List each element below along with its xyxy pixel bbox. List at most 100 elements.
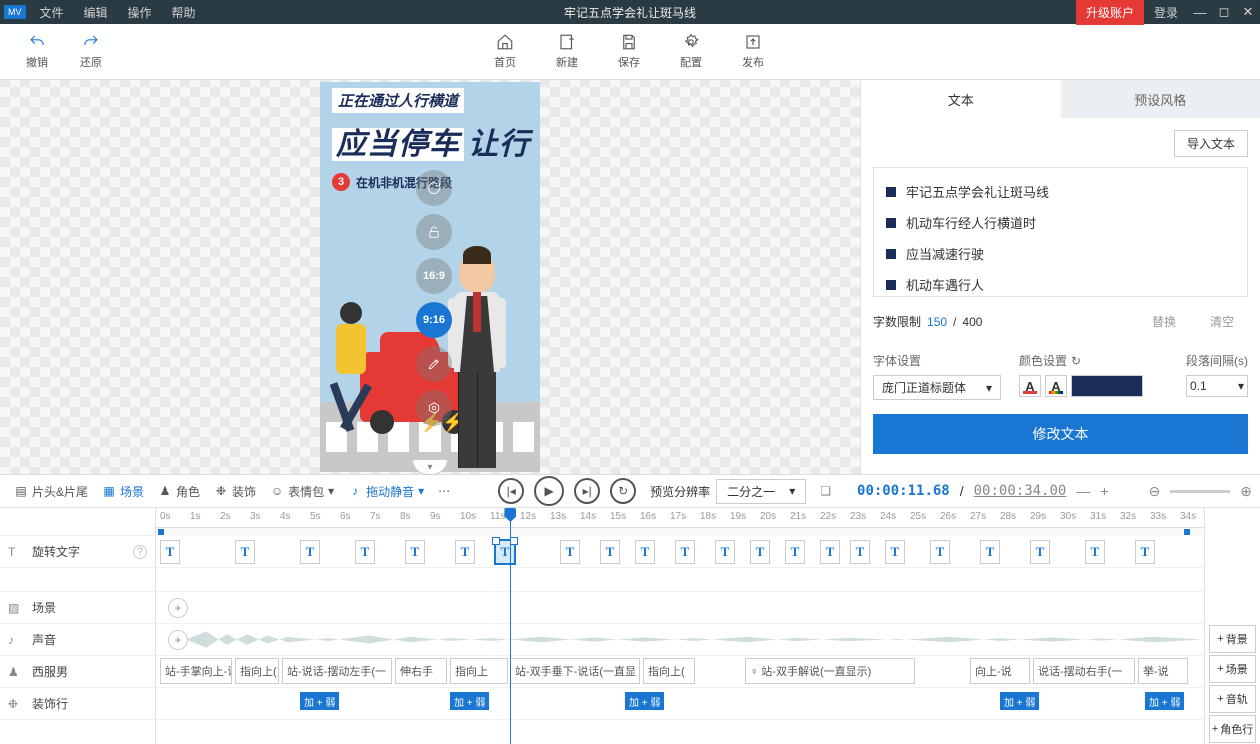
canvas-area[interactable]: 正在通过人行横道 应当停车让行 3 在机非机混行路段 ⚡⚡ (0, 80, 860, 474)
text-keyframe[interactable]: T (750, 540, 770, 564)
color-swatch[interactable] (1071, 375, 1143, 397)
text-keyframe[interactable]: T (885, 540, 905, 564)
text-color-button[interactable]: A (1019, 375, 1041, 397)
character-clip[interactable]: 站-手掌向上-说话(一直显 (160, 658, 232, 684)
text-keyframe[interactable]: T (675, 540, 695, 564)
mode-drag-mute[interactable]: ♪拖动静音 ▾ (342, 483, 430, 500)
text-keyframe[interactable]: T (785, 540, 805, 564)
timeline-ruler[interactable]: 0s1s2s3s4s5s6s7s8s9s10s11s12s13s14s15s16… (156, 508, 1204, 528)
text-keyframe[interactable]: T (495, 540, 515, 564)
decor-clip[interactable]: 加 + 弱 (625, 692, 664, 710)
text-keyframe[interactable]: T (820, 540, 840, 564)
text-keyframe[interactable]: T (405, 540, 425, 564)
track-label-scene[interactable]: ▨场景 (0, 592, 155, 624)
text-item[interactable]: 机动车遇行人 (882, 269, 1239, 297)
character-clip[interactable]: 站-说话-摆动左手(一 (282, 658, 392, 684)
text-keyframe[interactable]: T (600, 540, 620, 564)
text-keyframe[interactable]: T (455, 540, 475, 564)
menu-edit[interactable]: 编辑 (74, 4, 118, 21)
mode-intro-outro[interactable]: ▤片头&片尾 (8, 483, 94, 500)
text-keyframe[interactable]: T (300, 540, 320, 564)
character-clip[interactable]: 指向上 (450, 658, 508, 684)
track-label-character[interactable]: ♟西服男 (0, 656, 155, 688)
text-keyframe[interactable]: T (1085, 540, 1105, 564)
zoom-in-button[interactable]: ⊕ (1240, 483, 1252, 500)
maximize-button[interactable]: ◻ (1212, 4, 1236, 20)
text-keyframe[interactable]: T (715, 540, 735, 564)
mode-decor[interactable]: ❉装饰 (208, 483, 262, 500)
text-item[interactable]: 机动车行经人行横道时 (882, 207, 1239, 238)
text-keyframe[interactable]: T (1135, 540, 1155, 564)
next-button[interactable]: ▸| (574, 478, 600, 504)
character-clip[interactable]: 伸右手 (395, 658, 447, 684)
ratio-16-9[interactable]: 16:9 (416, 258, 452, 294)
character-clip[interactable]: 站-双手垂下-说话(一直显 (510, 658, 640, 684)
text-keyframe[interactable]: T (235, 540, 255, 564)
replace-link[interactable]: 替换 (1138, 311, 1190, 332)
add-scene-button[interactable]: + (168, 598, 188, 618)
timeline-range[interactable] (156, 528, 1204, 536)
more-button[interactable]: ⋯ (432, 484, 456, 498)
scene-track[interactable]: + (156, 592, 1204, 624)
decor-clip[interactable]: 加 + 弱 (1000, 692, 1039, 710)
playhead[interactable] (510, 508, 511, 744)
edit-tool[interactable] (416, 346, 452, 382)
add-character-row-button[interactable]: + 角色行 (1209, 715, 1256, 743)
text-track[interactable]: 🔈 TTTTTTTTTTTTTTTTTTTTTT (156, 536, 1204, 568)
publish-button[interactable]: 发布 (726, 33, 780, 70)
track-label-decor[interactable]: ❉装饰行 (0, 688, 155, 720)
font-select[interactable]: 庞门正道标题体▾ (873, 375, 1001, 400)
text-outline-button[interactable]: A (1045, 375, 1067, 397)
character-track[interactable]: 站-手掌向上-说话(一直显指向上(站-说话-摆动左手(一伸右手指向上站-双手垂下… (156, 656, 1204, 688)
mode-scene[interactable]: ▦场景 (96, 483, 150, 500)
menu-action[interactable]: 操作 (118, 4, 162, 21)
add-audio-track-button[interactable]: + 音轨 (1209, 685, 1256, 713)
total-time[interactable]: 00:00:34.00 (974, 483, 1067, 499)
menu-help[interactable]: 帮助 (162, 4, 206, 21)
config-button[interactable]: 配置 (664, 33, 718, 70)
menu-file[interactable]: 文件 (30, 4, 74, 21)
close-button[interactable]: ✕ (1236, 4, 1260, 20)
decor-clip[interactable]: 加 + 弱 (450, 692, 489, 710)
mode-character[interactable]: ♟角色 (152, 483, 206, 500)
zoom-out-button[interactable]: ⊖ (1149, 483, 1161, 500)
modify-text-button[interactable]: 修改文本 (873, 414, 1248, 454)
character-clip[interactable]: ♀ 站-双手解说(一直显示) (745, 658, 915, 684)
preview-res-select[interactable]: 二分之一▾ (716, 479, 806, 504)
decor-clip[interactable]: 加 + 弱 (1145, 692, 1184, 710)
lock-tool[interactable] (416, 214, 452, 250)
timeline-tracks[interactable]: 0s1s2s3s4s5s6s7s8s9s10s11s12s13s14s15s16… (156, 508, 1204, 744)
character-clip[interactable]: 指向上( (235, 658, 279, 684)
help-icon[interactable]: ? (133, 545, 147, 559)
duration-increase[interactable]: + (1100, 483, 1108, 499)
text-item[interactable]: 应当减速行驶 (882, 238, 1239, 269)
new-button[interactable]: 新建 (540, 33, 594, 70)
clear-link[interactable]: 清空 (1196, 311, 1248, 332)
duration-decrease[interactable]: — (1076, 483, 1090, 499)
text-keyframe[interactable]: T (635, 540, 655, 564)
minimize-button[interactable]: — (1188, 5, 1212, 20)
loop-button[interactable]: ↻ (610, 478, 636, 504)
refresh-tool[interactable] (416, 170, 452, 206)
character-clip[interactable]: 说话-摆动右手(一 (1033, 658, 1135, 684)
decor-clip[interactable]: 加 + 弱 (300, 692, 339, 710)
text-keyframe[interactable]: T (1030, 540, 1050, 564)
text-keyframe[interactable]: T (930, 540, 950, 564)
layers-icon[interactable]: ❏ (820, 484, 831, 498)
settings-tool[interactable] (416, 390, 452, 426)
character-clip[interactable]: 挙-说 (1138, 658, 1188, 684)
add-background-button[interactable]: + 背景 (1209, 625, 1256, 653)
text-keyframe[interactable]: T (160, 540, 180, 564)
text-item[interactable]: 牢记五点学会礼让斑马线 (882, 176, 1239, 207)
redo-button[interactable]: 还原 (64, 33, 118, 70)
text-keyframe[interactable]: T (850, 540, 870, 564)
text-keyframe[interactable]: T (560, 540, 580, 564)
play-button[interactable]: ▶ (534, 476, 564, 506)
text-keyframe[interactable]: T (355, 540, 375, 564)
decor-track[interactable]: 加 + 弱 加 + 弱 加 + 弱 加 + 弱 加 + 弱 (156, 688, 1204, 720)
upgrade-button[interactable]: 升级账户 (1076, 0, 1144, 25)
reset-color-icon[interactable]: ↻ (1071, 354, 1081, 368)
tab-preset[interactable]: 预设风格 (1061, 80, 1260, 118)
tab-text[interactable]: 文本 (861, 80, 1061, 118)
text-list[interactable]: 牢记五点学会礼让斑马线 机动车行经人行横道时 应当减速行驶 机动车遇行人 (873, 167, 1248, 297)
